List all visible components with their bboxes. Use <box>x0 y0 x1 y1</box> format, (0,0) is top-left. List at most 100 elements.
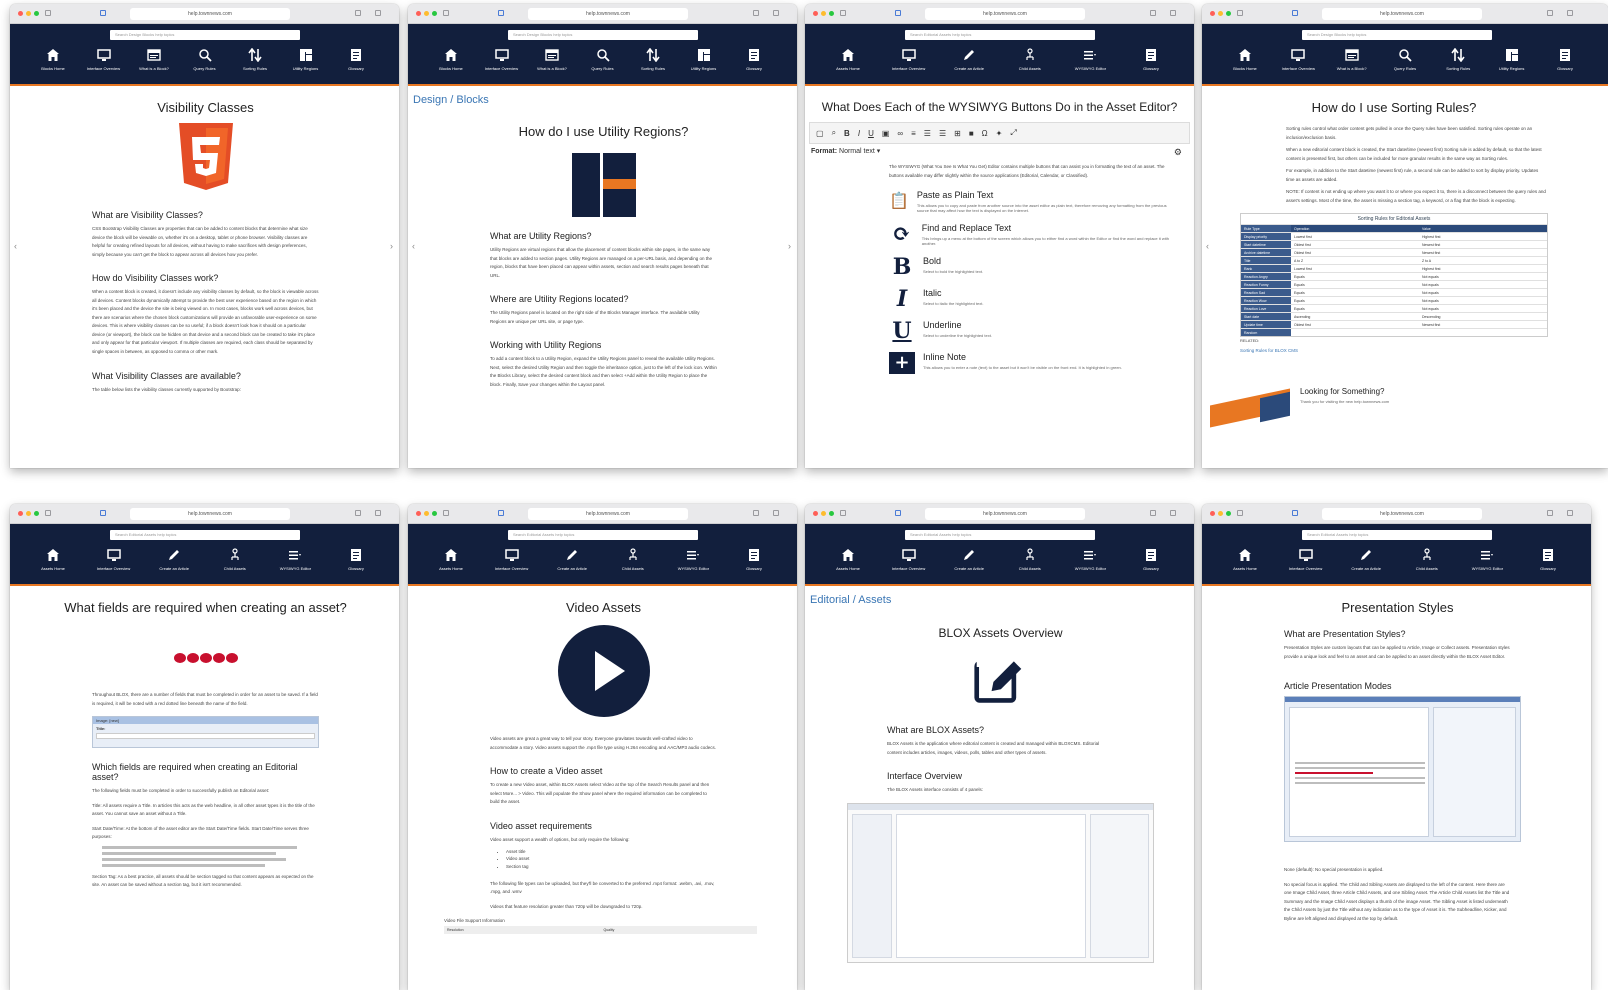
address-bar[interactable]: help.townnews.com <box>925 8 1085 20</box>
sidebar-icon[interactable] <box>840 10 846 16</box>
share-icon[interactable] <box>753 510 759 516</box>
nav-item-interface-overview[interactable]: Interface Overview <box>884 48 934 71</box>
nav-item-blocks-home[interactable]: Blocks Home <box>426 48 476 71</box>
gear-icon[interactable]: ⚙ <box>1174 147 1182 158</box>
new-tab-icon[interactable] <box>375 510 381 516</box>
breadcrumb[interactable]: Editorial / Assets <box>810 594 891 606</box>
paste-icon[interactable]: ▢ <box>816 129 824 138</box>
window-controls[interactable] <box>1210 11 1231 16</box>
nav-item-child-assets[interactable]: Child Assets <box>1005 548 1055 571</box>
window-controls[interactable] <box>813 11 834 16</box>
search-input[interactable]: Search Editorial Assets help topics <box>905 530 1095 540</box>
nav-item-create-an-article[interactable]: Create an Article <box>944 548 994 571</box>
bold-icon[interactable]: B <box>844 129 850 138</box>
align-icon[interactable]: ≡ <box>911 129 916 138</box>
shield-icon[interactable] <box>895 510 901 516</box>
search-input[interactable]: Search Editorial Assets help topics <box>905 30 1095 40</box>
sidebar-icon[interactable] <box>1237 10 1243 16</box>
nav-item-wysiwyg-editor[interactable]: WYSIWYG Editor <box>270 548 320 571</box>
address-bar[interactable]: help.townnews.com <box>1322 508 1482 520</box>
underline-icon[interactable]: U <box>868 129 874 138</box>
shield-icon[interactable] <box>1292 510 1298 516</box>
nav-item-what-is-a-block[interactable]: What is a Block? <box>527 48 577 71</box>
nav-item-assets-home[interactable]: Assets Home <box>426 548 476 571</box>
video-icon[interactable]: ■ <box>969 129 974 138</box>
search-input[interactable]: Search Design Blocks help topics <box>1302 30 1492 40</box>
new-tab-icon[interactable] <box>1567 510 1573 516</box>
new-tab-icon[interactable] <box>773 510 779 516</box>
prev-arrow[interactable]: ‹ <box>1206 241 1209 251</box>
nav-item-interface-overview[interactable]: Interface Overview <box>1273 48 1323 71</box>
nav-item-glossary[interactable]: Glossary <box>1540 48 1590 71</box>
nav-item-sorting-rules[interactable]: Sorting Rules <box>230 48 280 71</box>
nav-item-glossary[interactable]: Glossary <box>331 548 381 571</box>
unordered-list-icon[interactable]: ☰ <box>939 129 946 138</box>
nav-item-interface-overview[interactable]: Interface Overview <box>1281 548 1331 571</box>
shield-icon[interactable] <box>498 10 504 16</box>
sidebar-icon[interactable] <box>1237 510 1243 516</box>
related-link[interactable]: Sorting Rules for BLOX CMS <box>1240 348 1548 353</box>
shield-icon[interactable] <box>498 510 504 516</box>
nav-item-assets-home[interactable]: Assets Home <box>823 48 873 71</box>
sidebar-icon[interactable] <box>443 10 449 16</box>
nav-item-utility-regions[interactable]: Utility Regions <box>281 48 331 71</box>
nav-item-child-assets[interactable]: Child Assets <box>1402 548 1452 571</box>
new-tab-icon[interactable] <box>773 10 779 16</box>
window-controls[interactable] <box>18 11 39 16</box>
shield-icon[interactable] <box>100 510 106 516</box>
nav-item-interface-overview[interactable]: Interface Overview <box>884 548 934 571</box>
nav-item-glossary[interactable]: Glossary <box>1126 48 1176 71</box>
nav-item-child-assets[interactable]: Child Assets <box>1005 48 1055 71</box>
address-bar[interactable]: help.townnews.com <box>528 8 688 20</box>
new-tab-icon[interactable] <box>1170 10 1176 16</box>
breadcrumb[interactable]: Design / Blocks <box>413 94 489 106</box>
nav-item-wysiwyg-editor[interactable]: WYSIWYG Editor <box>668 548 718 571</box>
nav-item-utility-regions[interactable]: Utility Regions <box>679 48 729 71</box>
share-icon[interactable] <box>1547 10 1553 16</box>
nav-item-utility-regions[interactable]: Utility Regions <box>1487 48 1537 71</box>
nav-item-wysiwyg-editor[interactable]: WYSIWYG Editor <box>1065 548 1115 571</box>
next-arrow[interactable]: › <box>788 241 791 251</box>
nav-item-query-rules[interactable]: Query Rules <box>1380 48 1430 71</box>
search-input[interactable]: Search Design Blocks help topics <box>508 30 698 40</box>
window-controls[interactable] <box>1210 511 1231 516</box>
address-bar[interactable]: help.townnews.com <box>130 508 290 520</box>
play-icon[interactable] <box>557 625 650 717</box>
search-input[interactable]: Search Editorial Assets help topics <box>1302 530 1492 540</box>
twitter-icon[interactable]: ✦ <box>996 129 1003 138</box>
nav-item-glossary[interactable]: Glossary <box>331 48 381 71</box>
nav-item-glossary[interactable]: Glossary <box>1126 548 1176 571</box>
nav-item-create-an-article[interactable]: Create an Article <box>547 548 597 571</box>
search-input[interactable]: Search Design Blocks help topics <box>110 30 300 40</box>
nav-item-what-is-a-block[interactable]: What is a Block? <box>129 48 179 71</box>
address-bar[interactable]: help.townnews.com <box>1322 8 1482 20</box>
table-icon[interactable]: ⊞ <box>954 129 961 138</box>
share-icon[interactable] <box>753 10 759 16</box>
nav-item-create-an-article[interactable]: Create an Article <box>1341 548 1391 571</box>
nav-item-glossary[interactable]: Glossary <box>729 548 779 571</box>
shield-icon[interactable] <box>895 10 901 16</box>
nav-item-blocks-home[interactable]: Blocks Home <box>28 48 78 71</box>
new-tab-icon[interactable] <box>375 10 381 16</box>
address-bar[interactable]: help.townnews.com <box>130 8 290 20</box>
format-select[interactable]: Format: Normal text ▾ ⚙ <box>809 147 1190 158</box>
share-icon[interactable] <box>1150 10 1156 16</box>
new-tab-icon[interactable] <box>1567 10 1573 16</box>
nav-item-interface-overview[interactable]: Interface Overview <box>477 48 527 71</box>
sidebar-icon[interactable] <box>45 10 51 16</box>
share-icon[interactable] <box>355 10 361 16</box>
nav-item-sorting-rules[interactable]: Sorting Rules <box>1433 48 1483 71</box>
ordered-list-icon[interactable]: ☰ <box>924 129 931 138</box>
nav-item-assets-home[interactable]: Assets Home <box>28 548 78 571</box>
nav-item-interface-overview[interactable]: Interface Overview <box>487 548 537 571</box>
nav-item-query-rules[interactable]: Query Rules <box>180 48 230 71</box>
nav-item-create-an-article[interactable]: Create an Article <box>944 48 994 71</box>
next-arrow[interactable]: › <box>390 241 393 251</box>
window-controls[interactable] <box>813 511 834 516</box>
window-controls[interactable] <box>18 511 39 516</box>
address-bar[interactable]: help.townnews.com <box>925 508 1085 520</box>
link-icon[interactable]: ∞ <box>897 129 903 138</box>
window-controls[interactable] <box>416 511 437 516</box>
address-bar[interactable]: help.townnews.com <box>528 508 688 520</box>
window-controls[interactable] <box>416 11 437 16</box>
